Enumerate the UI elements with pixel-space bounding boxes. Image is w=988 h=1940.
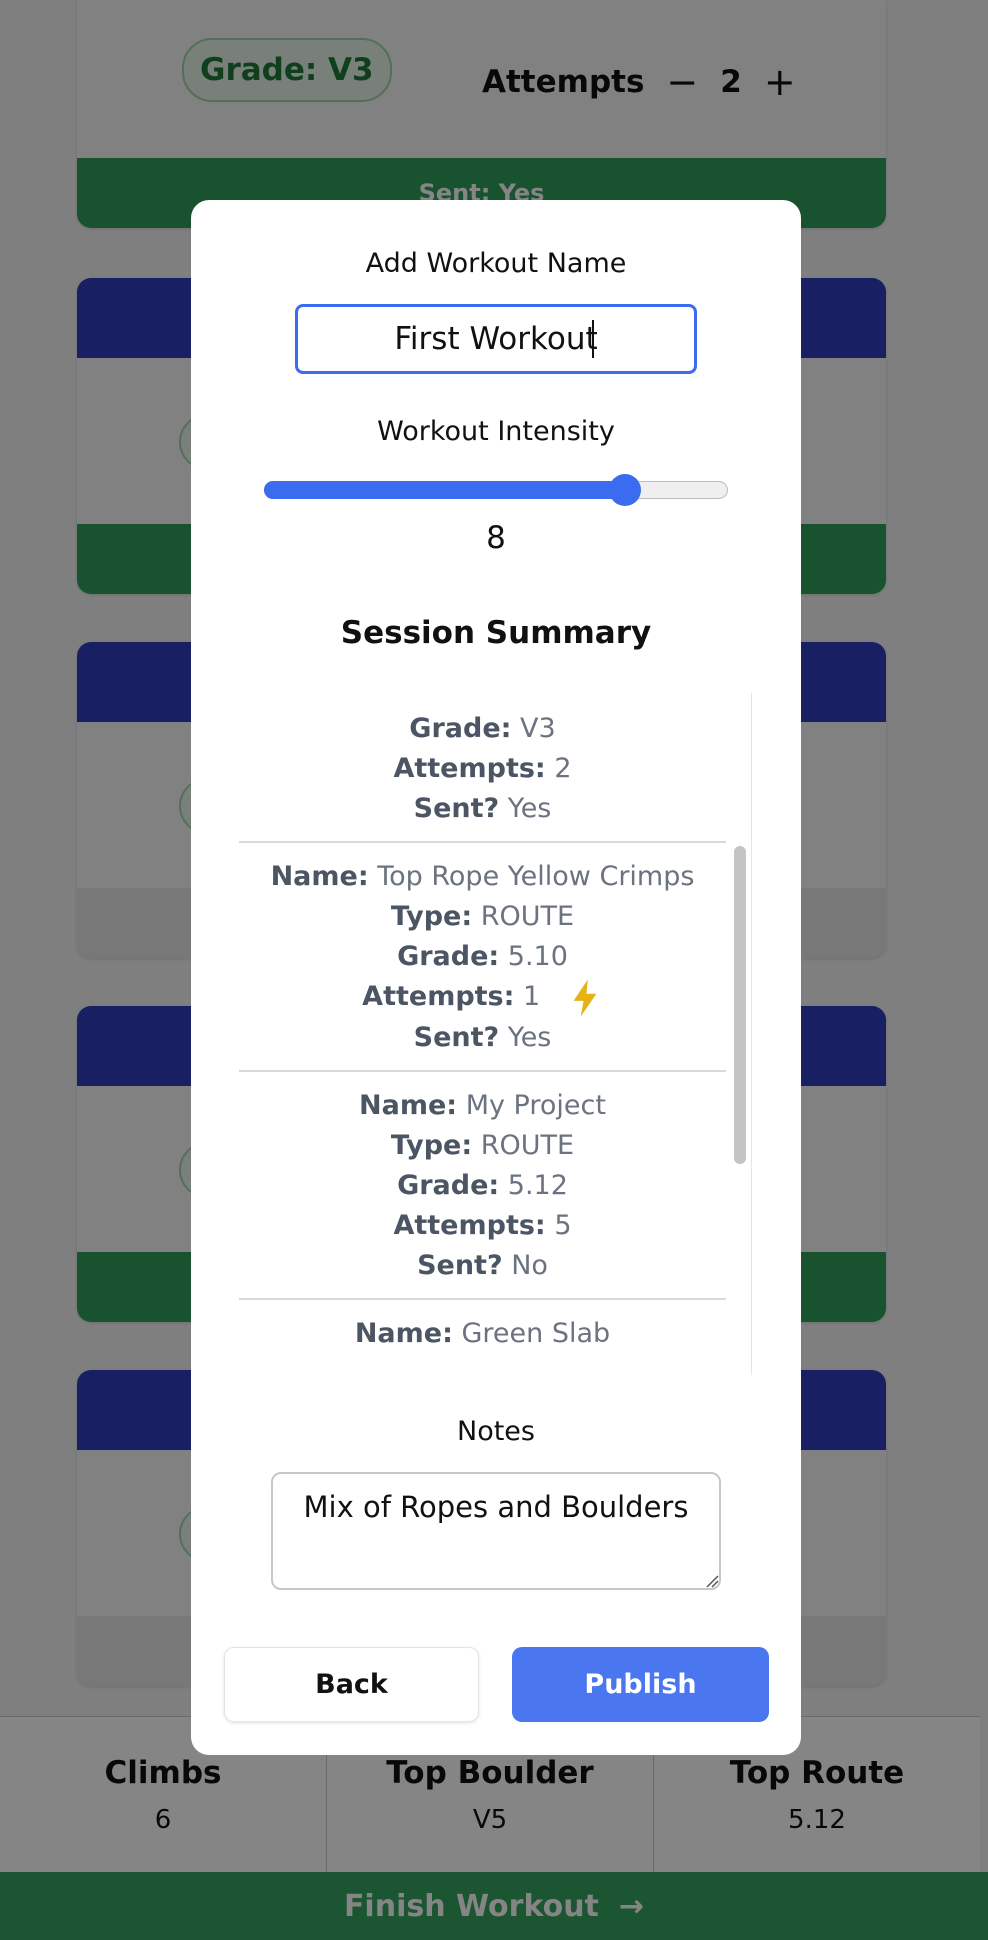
list-item: Name: Top Rope Yellow Crimps Type: ROUTE…	[239, 843, 726, 1072]
list-item: Name: My Project Type: ROUTE Grade: 5.12…	[239, 1072, 726, 1300]
summary-grade: Grade: 5.12	[397, 1169, 568, 1201]
summary-sent: Sent? Yes	[413, 1021, 552, 1053]
intensity-value: 8	[486, 520, 506, 556]
summary-type: Type: ROUTE	[390, 901, 575, 932]
summary-name: Name: Green Slab	[354, 1317, 611, 1349]
summary-grade: Grade: V3	[409, 713, 556, 744]
lightning-icon	[573, 978, 597, 1017]
summary-scroll-content: Grade: V3 Attempts: 2 Sent? Yes Name: To…	[239, 693, 726, 1366]
publish-workout-modal: Add Workout Name Workout Intensity 8 Ses…	[191, 200, 801, 1755]
list-item: Grade: V3 Attempts: 2 Sent? Yes	[239, 693, 726, 843]
slider-fill	[264, 481, 625, 499]
summary-attempts: Attempts: 5	[393, 1209, 572, 1241]
summary-type: Type: ROUTE	[390, 1129, 575, 1161]
session-summary-list[interactable]: Grade: V3 Attempts: 2 Sent? Yes Name: To…	[239, 693, 752, 1375]
workout-name-input[interactable]	[295, 304, 697, 374]
publish-button[interactable]: Publish	[512, 1647, 769, 1722]
summary-attempts: Attempts: 1	[239, 977, 726, 1018]
session-summary-title: Session Summary	[340, 615, 652, 651]
text-caret	[592, 320, 594, 358]
back-button[interactable]: Back	[224, 1647, 479, 1722]
list-item: Name: Green Slab	[239, 1300, 726, 1366]
summary-sent: Sent? No	[417, 1249, 548, 1281]
workout-intensity-label: Workout Intensity	[377, 416, 615, 447]
notes-textarea[interactable]: Mix of Ropes and Boulders	[271, 1472, 721, 1590]
summary-attempts: Attempts: 2	[393, 753, 572, 784]
summary-scrollbar-thumb[interactable]	[734, 846, 746, 1164]
summary-sent: Sent? Yes	[413, 793, 552, 824]
intensity-slider[interactable]	[264, 470, 728, 510]
slider-thumb[interactable]	[609, 474, 641, 506]
summary-grade: Grade: 5.10	[397, 941, 568, 972]
resize-grip-icon[interactable]	[705, 1574, 719, 1588]
summary-name: Name: My Project	[359, 1089, 606, 1121]
notes-label: Notes	[457, 1416, 535, 1447]
summary-name: Name: Top Rope Yellow Crimps	[270, 861, 695, 892]
workout-name-label: Add Workout Name	[365, 248, 627, 279]
